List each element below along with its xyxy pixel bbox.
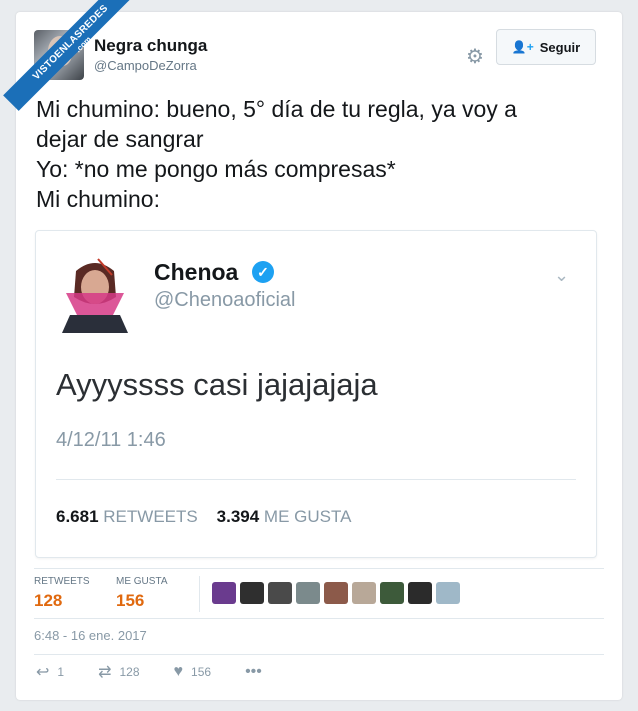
heart-icon: ♥ <box>173 663 184 680</box>
reply-icon: ↩ <box>36 664 50 681</box>
quoted-author-name: Chenoa <box>154 259 239 285</box>
verified-icon: ✓ <box>252 261 274 283</box>
follow-button[interactable]: 👤+ Seguir <box>496 29 596 65</box>
likers-avatars <box>212 582 460 604</box>
like-count: 156 <box>191 665 212 679</box>
add-user-icon: 👤+ <box>511 40 534 54</box>
more-button[interactable]: ••• <box>245 663 262 681</box>
quoted-likes-count: 3.394 <box>216 507 260 526</box>
quoted-avatar <box>58 253 132 333</box>
likes-stat[interactable]: ME GUSTA 156 <box>116 576 167 611</box>
retweet-count: 128 <box>119 665 140 679</box>
tweet-line: Mi chumino: <box>36 186 160 212</box>
author-name[interactable]: Negra chunga <box>94 36 207 56</box>
liker-avatar[interactable] <box>296 582 320 604</box>
author-handle[interactable]: @CampoDeZorra <box>94 58 197 73</box>
reply-button[interactable]: ↩ 1 <box>36 662 64 682</box>
divider <box>34 568 604 569</box>
divider <box>56 479 576 480</box>
divider <box>199 576 200 612</box>
retweets-count: 128 <box>34 591 63 610</box>
quoted-tweet[interactable]: Chenoa ✓ @Chenoaoficial ⌄ Ayyyssss casi … <box>35 230 597 558</box>
liker-avatar[interactable] <box>408 582 432 604</box>
retweet-icon: ⇄ <box>98 664 112 681</box>
follow-label: Seguir <box>539 39 581 55</box>
retweets-stat[interactable]: RETWEETS 128 <box>34 576 90 611</box>
gear-icon[interactable]: ⚙ <box>464 46 486 68</box>
quoted-date: 4/12/11 1:46 <box>56 429 166 451</box>
likes-count: 156 <box>116 591 145 610</box>
chevron-down-icon[interactable]: ⌄ <box>554 265 569 286</box>
tweet-actions: ↩ 1 ⇄ 128 ♥ 156 ••• <box>36 662 296 682</box>
liker-avatar[interactable] <box>324 582 348 604</box>
tweet-card: VISTOENLASREDES .com Negra chunga @Campo… <box>3 0 622 700</box>
quoted-retweets-count: 6.681 <box>56 507 99 526</box>
divider <box>34 618 604 619</box>
more-icon: ••• <box>245 663 262 680</box>
liker-avatar[interactable] <box>380 582 404 604</box>
divider <box>34 654 604 655</box>
tweet-line: Mi chumino: bueno, 5° día de tu regla, y… <box>36 96 517 122</box>
tweet-text: Mi chumino: bueno, 5° día de tu regla, y… <box>36 94 606 214</box>
retweets-label: RETWEETS <box>34 576 90 587</box>
tweet-timestamp[interactable]: 6:48 - 16 ene. 2017 <box>34 628 147 643</box>
quoted-author-handle: @Chenoaoficial <box>154 289 296 311</box>
quoted-stats: 6.681 RETWEETS 3.394 ME GUSTA <box>56 507 351 527</box>
liker-avatar[interactable] <box>268 582 292 604</box>
tweet-line: dejar de sangrar <box>36 126 204 152</box>
like-button[interactable]: ♥ 156 <box>174 663 212 681</box>
quoted-retweets-label: RETWEETS <box>103 507 198 526</box>
tweet-line: Yo: *no me pongo más compresas* <box>36 156 396 182</box>
retweet-button[interactable]: ⇄ 128 <box>98 662 139 682</box>
liker-avatar[interactable] <box>352 582 376 604</box>
reply-count: 1 <box>57 665 65 679</box>
liker-avatar[interactable] <box>212 582 236 604</box>
quoted-text: Ayyyssss casi jajajajaja <box>56 367 378 402</box>
liker-avatar[interactable] <box>240 582 264 604</box>
liker-avatar[interactable] <box>436 582 460 604</box>
quoted-likes-label: ME GUSTA <box>263 507 352 526</box>
likes-label: ME GUSTA <box>116 576 168 587</box>
portrait-image <box>58 253 132 333</box>
